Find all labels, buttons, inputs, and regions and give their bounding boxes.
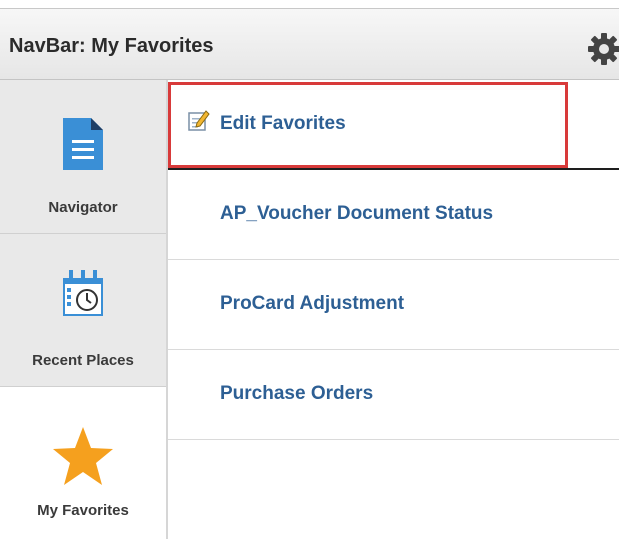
edit-favorites-link[interactable]: Edit Favorites bbox=[220, 113, 346, 135]
sidebar-item-label: Navigator bbox=[48, 199, 118, 216]
favorites-list: Edit Favorites AP_Voucher Document Statu… bbox=[168, 80, 619, 539]
favorite-link[interactable]: AP_Voucher Document Status bbox=[220, 203, 493, 225]
edit-favorites-row[interactable]: Edit Favorites bbox=[168, 80, 619, 170]
list-item[interactable]: ProCard Adjustment bbox=[168, 260, 619, 350]
navbar-header: NavBar: My Favorites bbox=[0, 8, 619, 80]
document-icon bbox=[63, 118, 103, 170]
sidebar-item-navigator[interactable]: Navigator bbox=[0, 80, 166, 234]
sidebar-item-label: My Favorites bbox=[37, 502, 129, 519]
top-margin bbox=[0, 0, 619, 8]
sidebar-item-label: Recent Places bbox=[32, 352, 134, 369]
list-item[interactable]: AP_Voucher Document Status bbox=[168, 170, 619, 260]
calendar-clock-icon bbox=[63, 270, 103, 316]
list-item[interactable]: Purchase Orders bbox=[168, 350, 619, 440]
sidebar-item-my-favorites[interactable]: My Favorites bbox=[0, 387, 166, 539]
star-icon bbox=[53, 427, 113, 485]
edit-pencil-icon bbox=[188, 110, 210, 131]
page-title: NavBar: My Favorites bbox=[9, 35, 214, 57]
favorite-link[interactable]: Purchase Orders bbox=[220, 383, 373, 405]
favorite-link[interactable]: ProCard Adjustment bbox=[220, 293, 404, 315]
sidebar-item-recent-places[interactable]: Recent Places bbox=[0, 234, 166, 387]
gear-icon[interactable] bbox=[586, 31, 619, 67]
navbar-sidebar: Navigator Recent Places My Favorites bbox=[0, 80, 168, 539]
